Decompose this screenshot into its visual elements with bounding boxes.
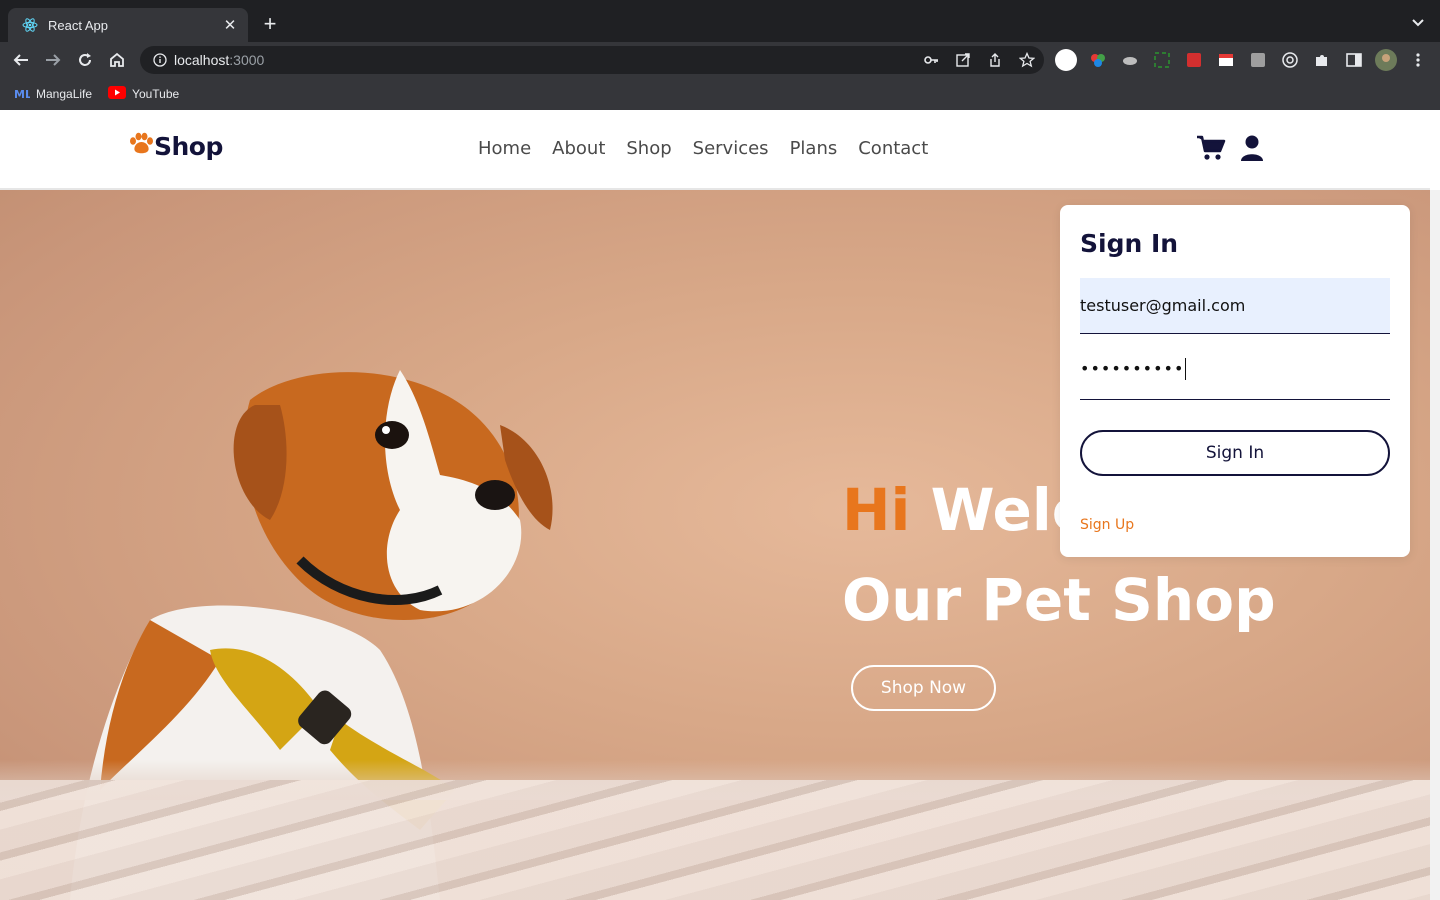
- url-host: localhost: [174, 52, 230, 68]
- chevron-down-icon[interactable]: [1410, 14, 1426, 30]
- nav-about[interactable]: About: [552, 138, 605, 159]
- info-icon[interactable]: [152, 52, 168, 68]
- shop-now-button[interactable]: Shop Now: [851, 665, 996, 711]
- share-icon[interactable]: [986, 51, 1004, 69]
- nav-services[interactable]: Services: [693, 138, 769, 159]
- password-field[interactable]: ••••••••••: [1080, 338, 1390, 400]
- site-header: Shop Home About Shop Services Plans Cont…: [0, 110, 1430, 190]
- new-tab-icon[interactable]: +: [258, 12, 282, 36]
- screenshot-extension-icon[interactable]: [1150, 48, 1174, 72]
- headline-hi: Hi: [842, 476, 911, 544]
- text-caret: [1185, 357, 1187, 380]
- color-wheel-extension-icon[interactable]: [1086, 48, 1110, 72]
- bookmark-youtube[interactable]: YouTube: [108, 86, 179, 102]
- profile-circle-icon[interactable]: [1054, 48, 1078, 72]
- home-icon[interactable]: [106, 49, 128, 71]
- mangalife-icon: ML: [14, 86, 32, 103]
- avatar[interactable]: [1374, 48, 1398, 72]
- bookmarks-bar: ML MangaLife YouTube: [0, 78, 1440, 110]
- youtube-icon: [108, 86, 127, 102]
- browser-toolbar: localhost:3000: [0, 42, 1440, 78]
- signin-title: Sign In: [1080, 229, 1179, 258]
- address-bar[interactable]: localhost:3000: [140, 46, 1044, 74]
- tab-title: React App: [48, 17, 108, 33]
- side-panel-icon[interactable]: [1342, 48, 1366, 72]
- browser-tab[interactable]: React App ✕: [8, 8, 248, 42]
- red-extension-icon[interactable]: [1182, 48, 1206, 72]
- kebab-menu-icon[interactable]: [1406, 48, 1430, 72]
- user-icon[interactable]: [1240, 134, 1264, 167]
- bookmark-mangalife[interactable]: ML MangaLife: [14, 86, 92, 103]
- main-nav: Home About Shop Services Plans Contact: [478, 138, 928, 159]
- star-icon[interactable]: [1018, 51, 1036, 69]
- close-icon[interactable]: ✕: [222, 17, 238, 34]
- cart-icon[interactable]: [1196, 134, 1226, 167]
- logo-text: Shop: [154, 132, 223, 161]
- paw-icon: [128, 132, 154, 161]
- headline-pet-shop: Our Pet Shop: [842, 566, 1276, 634]
- nav-shop[interactable]: Shop: [626, 138, 671, 159]
- back-icon[interactable]: [10, 49, 32, 71]
- bookmark-label: YouTube: [132, 87, 180, 101]
- browser-tabstrip: React App ✕ +: [0, 0, 1440, 42]
- email-field[interactable]: testuser@gmail.com: [1080, 278, 1390, 334]
- forward-icon[interactable]: [42, 49, 64, 71]
- nav-home[interactable]: Home: [478, 138, 531, 159]
- knitted-rug: [0, 780, 1430, 900]
- url-port: :3000: [229, 52, 265, 68]
- signup-link[interactable]: Sign Up: [1080, 517, 1134, 533]
- letter-extension-icon[interactable]: [1246, 48, 1270, 72]
- cloud-extension-icon[interactable]: [1118, 48, 1142, 72]
- header-actions: [1196, 134, 1264, 167]
- bookmark-label: MangaLife: [36, 87, 93, 101]
- page-content: Shop Home About Shop Services Plans Cont…: [0, 110, 1440, 900]
- page-scrollbar[interactable]: [1430, 190, 1440, 900]
- react-icon: [22, 17, 38, 33]
- open-external-icon[interactable]: [954, 51, 972, 69]
- puzzle-extensions-icon[interactable]: [1310, 48, 1334, 72]
- target-extension-icon[interactable]: [1278, 48, 1302, 72]
- email-value: testuser@gmail.com: [1080, 296, 1246, 315]
- signin-card: Sign In testuser@gmail.com •••••••••• Si…: [1060, 205, 1410, 557]
- nav-plans[interactable]: Plans: [790, 138, 838, 159]
- svg-text:ML: ML: [14, 88, 30, 100]
- key-icon[interactable]: [922, 51, 940, 69]
- nav-contact[interactable]: Contact: [858, 138, 928, 159]
- calendar-extension-icon[interactable]: [1214, 48, 1238, 72]
- signin-button[interactable]: Sign In: [1080, 430, 1390, 476]
- reload-icon[interactable]: [74, 49, 96, 71]
- password-value: ••••••••••: [1080, 359, 1185, 378]
- site-logo[interactable]: Shop: [128, 132, 223, 161]
